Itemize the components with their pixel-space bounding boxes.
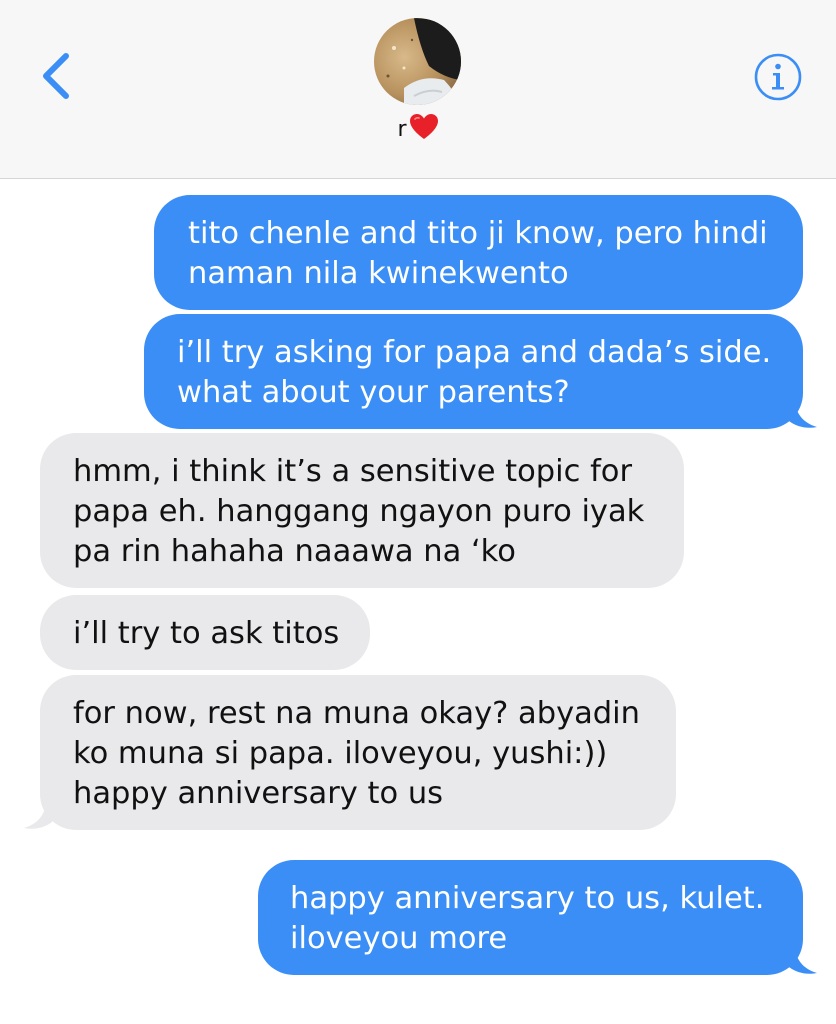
back-button[interactable] [36, 48, 80, 104]
contact-avatar[interactable] [374, 18, 461, 105]
message-bubble-sent[interactable]: happy anniversary to us, kulet. iloveyou… [258, 860, 817, 975]
conversation-header: r [0, 0, 836, 179]
message-bubble-sent[interactable]: i’ll try asking for papa and dada’s side… [144, 314, 817, 429]
info-circle-icon [754, 53, 802, 101]
message-bubble-sent[interactable]: tito chenle and tito ji know, pero hindi… [154, 195, 803, 310]
contact-name-text: r [397, 117, 407, 142]
red-heart-icon [409, 113, 439, 141]
message-text: happy anniversary to us, kulet. iloveyou… [290, 881, 765, 956]
message-text: i’ll try asking for papa and dada’s side… [177, 335, 772, 410]
bubble-tail [789, 945, 817, 974]
message-text: tito chenle and tito ji know, pero hindi… [188, 216, 768, 291]
bubble-tail [789, 399, 817, 428]
chevron-left-icon [43, 53, 69, 99]
message-thread[interactable]: tito chenle and tito ji know, pero hindi… [0, 179, 836, 1024]
bubble-tail [24, 800, 52, 829]
info-button[interactable] [753, 52, 803, 102]
message-text: for now, rest na muna okay? abyadin ko m… [73, 696, 640, 811]
message-bubble-received[interactable]: i’ll try to ask titos [40, 595, 370, 670]
message-bubble-received[interactable]: for now, rest na muna okay? abyadin ko m… [24, 675, 676, 830]
message-text: i’ll try to ask titos [73, 616, 340, 651]
message-text: hmm, i think it’s a sensitive topic for … [73, 454, 645, 569]
contact-name[interactable]: r [0, 113, 836, 147]
message-bubble-received[interactable]: hmm, i think it’s a sensitive topic for … [40, 433, 684, 588]
